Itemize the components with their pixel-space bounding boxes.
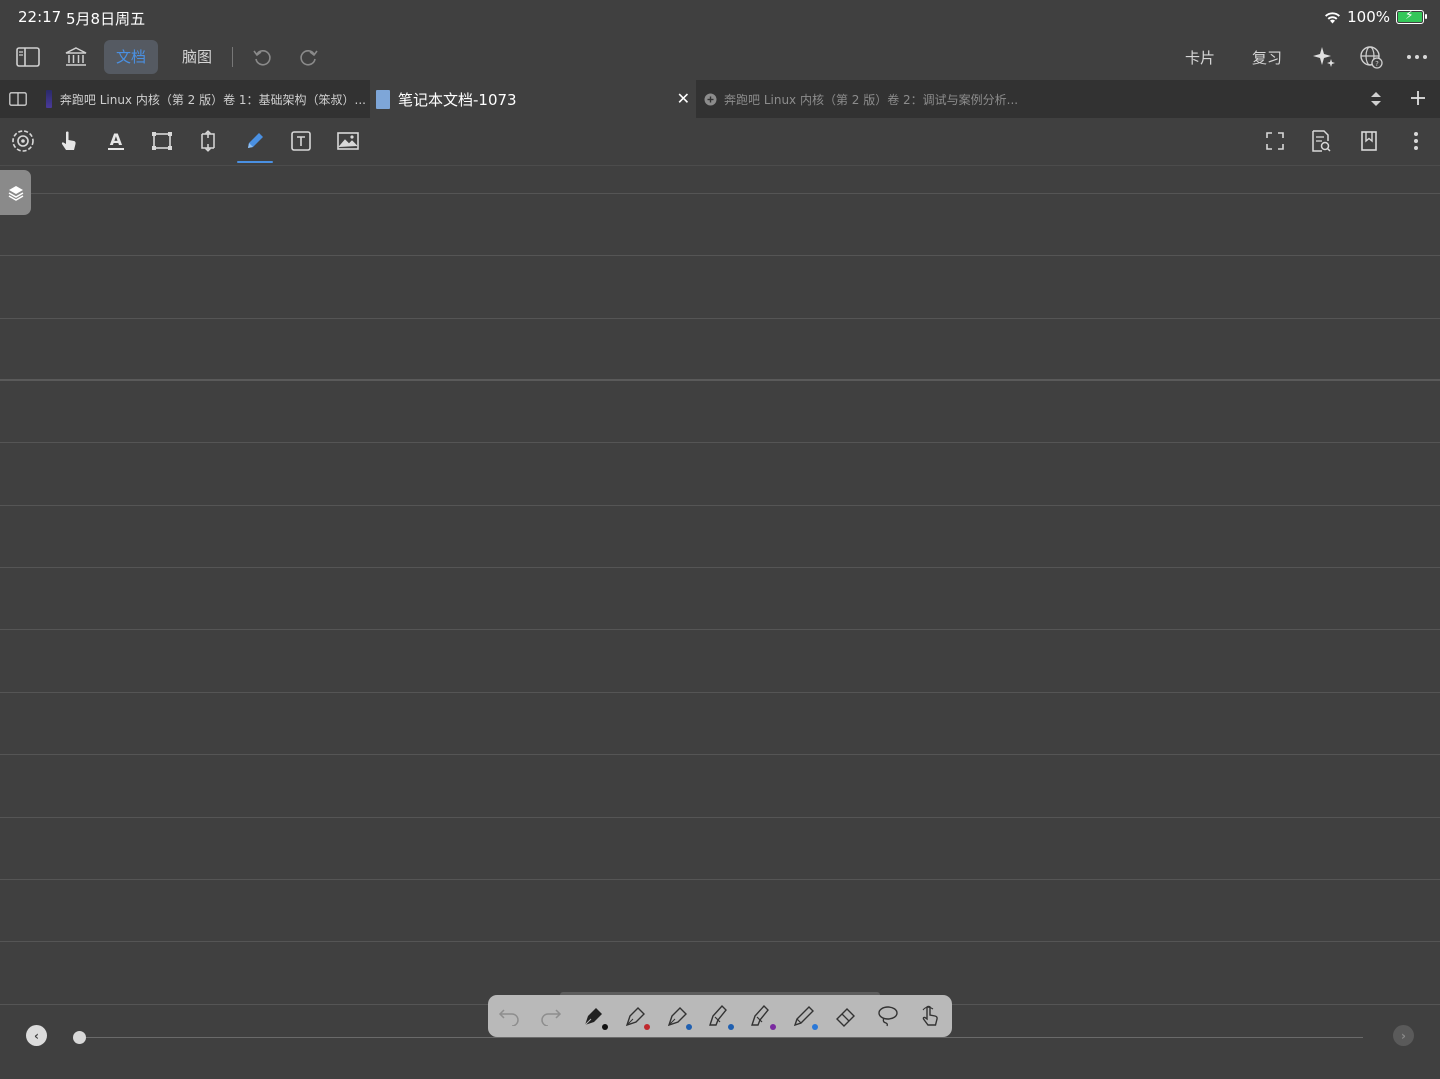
status-time: 22:17	[18, 8, 62, 26]
ruled-line	[0, 941, 1440, 942]
ruled-line	[0, 567, 1440, 568]
eraser-icon[interactable]	[831, 1001, 861, 1031]
ruled-line	[0, 629, 1440, 630]
pencil-icon[interactable]	[240, 126, 270, 156]
highlighter-icon[interactable]	[705, 1001, 735, 1031]
cards-button[interactable]: 卡片	[1185, 47, 1215, 68]
redo-icon[interactable]	[294, 42, 324, 72]
next-page-button[interactable]: ›	[1393, 1025, 1414, 1046]
settings-icon[interactable]	[8, 126, 38, 156]
tab-book-1[interactable]: 奔跑吧 Linux 内核（第 2 版）卷 1：基础架构（笨叔）...	[46, 80, 366, 118]
active-tool-indicator	[237, 161, 273, 163]
image-icon[interactable]	[333, 126, 363, 156]
pen-icon[interactable]	[663, 1001, 693, 1031]
review-button[interactable]: 复习	[1252, 47, 1282, 68]
svg-text:?: ?	[1375, 60, 1379, 68]
tab-notebook[interactable]: 笔记本文档-1073 ✕	[370, 80, 696, 118]
pencil-palette	[488, 995, 952, 1037]
segment-mindmap[interactable]: 脑图	[170, 40, 224, 74]
book-cover-icon	[46, 90, 52, 108]
pencil-icon[interactable]	[789, 1001, 819, 1031]
add-circle-icon	[704, 93, 717, 105]
fountain-pen-icon[interactable]	[579, 1001, 609, 1031]
more-vertical-icon[interactable]	[1401, 126, 1431, 156]
tab-book-2[interactable]: 奔跑吧 Linux 内核（第 2 版）卷 2：调试与案例分析...	[704, 80, 1034, 118]
highlighter-icon[interactable]	[747, 1001, 777, 1031]
layers-button[interactable]	[0, 170, 31, 215]
battery-icon: ⚡	[1396, 8, 1427, 24]
chevron-right-icon: ›	[1401, 1028, 1406, 1043]
tab-bar: 奔跑吧 Linux 内核（第 2 版）卷 1：基础架构（笨叔）... 笔记本文档…	[0, 80, 1440, 118]
tool-bar: A	[0, 118, 1440, 166]
ruled-line	[0, 193, 1440, 194]
finger-icon[interactable]	[915, 1001, 945, 1031]
sort-icon[interactable]	[1369, 90, 1383, 112]
tab-title: 笔记本文档-1073	[398, 90, 517, 109]
more-icon[interactable]	[1402, 42, 1432, 72]
sidebar-toggle-icon[interactable]	[13, 42, 43, 72]
notebook-icon	[376, 89, 390, 109]
tab-title: 奔跑吧 Linux 内核（第 2 版）卷 2：调试与案例分析...	[724, 92, 1019, 107]
library-icon[interactable]	[61, 42, 91, 72]
sparkle-icon[interactable]	[1309, 42, 1339, 72]
close-icon[interactable]: ✕	[677, 89, 690, 108]
status-indicators: 100% ⚡	[1324, 7, 1427, 27]
undo-icon[interactable]	[247, 42, 277, 72]
undo-icon[interactable]	[494, 1001, 524, 1031]
add-tab-icon[interactable]	[1409, 89, 1427, 111]
status-date: 5月8日周五	[66, 10, 146, 28]
wifi-icon	[1325, 11, 1341, 23]
notebook-canvas[interactable]	[0, 166, 1440, 1079]
chevron-left-icon: ‹	[34, 1028, 39, 1043]
ruled-line	[0, 505, 1440, 506]
segment-document[interactable]: 文档	[104, 40, 158, 74]
nav-divider	[232, 47, 233, 67]
text-highlight-icon[interactable]: A	[101, 126, 131, 156]
hand-icon[interactable]	[54, 126, 84, 156]
svg-text:A: A	[110, 130, 123, 149]
ruled-line	[0, 754, 1440, 755]
ruled-line	[0, 692, 1440, 693]
status-bar: 22:17 5月8日周五 100% ⚡	[0, 0, 1440, 34]
nav-bar: 文档 脑图 卡片 复习 ?	[0, 34, 1440, 80]
fullscreen-icon[interactable]	[1260, 126, 1290, 156]
pen-icon[interactable]	[621, 1001, 651, 1031]
crop-icon[interactable]	[193, 126, 223, 156]
ruled-line	[0, 255, 1440, 256]
page-slider-track[interactable]	[80, 1037, 1363, 1038]
text-box-icon[interactable]	[286, 126, 316, 156]
lasso-icon[interactable]	[873, 1001, 903, 1031]
ruled-line	[0, 817, 1440, 818]
ruled-line	[0, 879, 1440, 880]
bookmark-icon[interactable]	[1354, 126, 1384, 156]
select-rect-icon[interactable]	[147, 126, 177, 156]
tab-title: 奔跑吧 Linux 内核（第 2 版）卷 1：基础架构（笨叔）...	[59, 92, 366, 107]
ruled-line	[0, 318, 1440, 319]
page-divider	[0, 379, 1440, 381]
prev-page-button[interactable]: ‹	[26, 1025, 47, 1046]
page-slider-knob[interactable]	[73, 1031, 86, 1044]
battery-percent: 100%	[1347, 8, 1390, 26]
ruled-line	[0, 442, 1440, 443]
web-search-icon[interactable]: ?	[1356, 42, 1386, 72]
redo-icon[interactable]	[536, 1001, 566, 1031]
layers-icon	[8, 185, 23, 201]
split-view-icon[interactable]	[9, 91, 27, 110]
document-search-icon[interactable]	[1306, 126, 1336, 156]
